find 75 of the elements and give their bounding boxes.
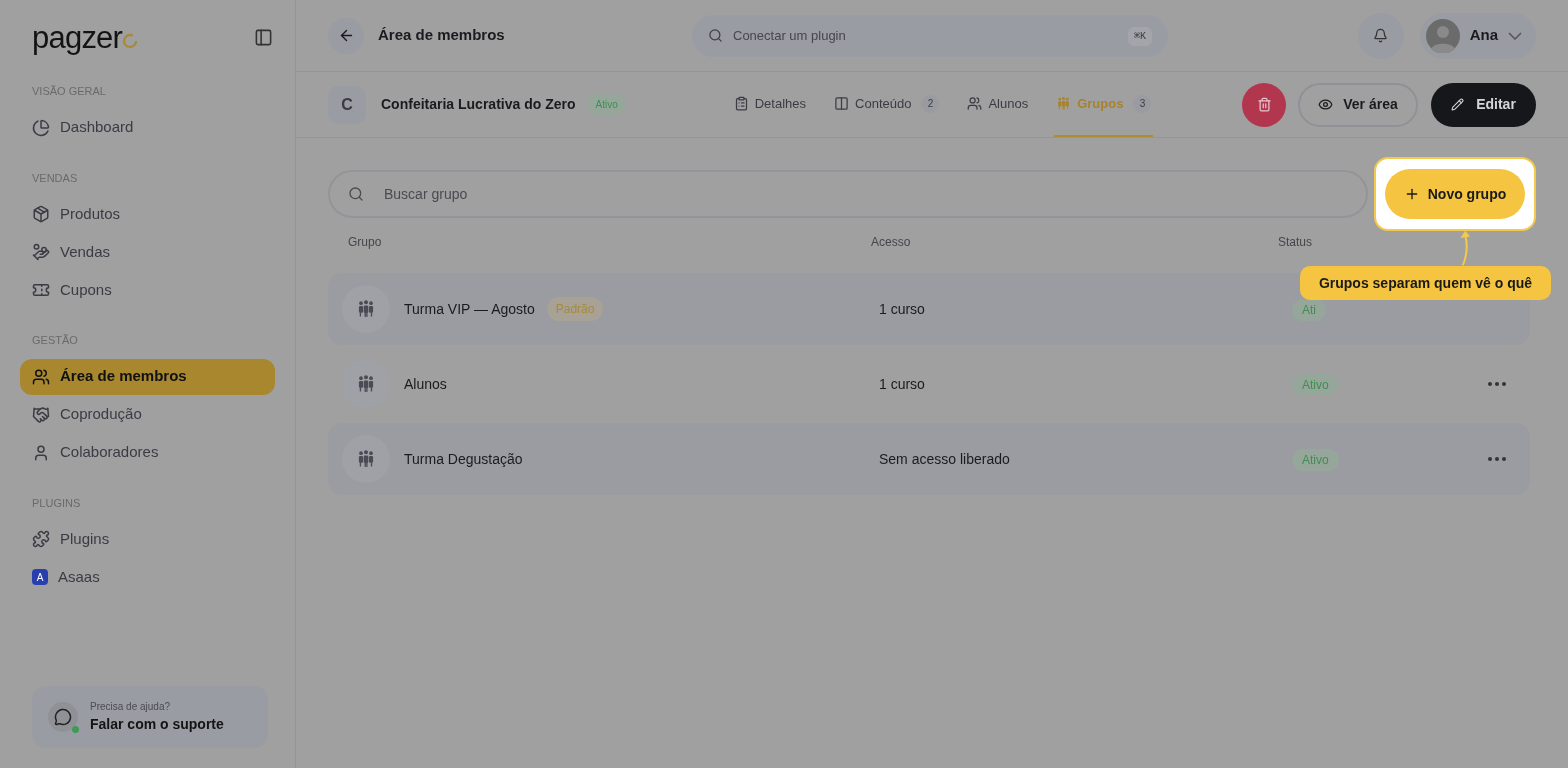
pencil-icon [1451, 98, 1465, 111]
ring-icon [122, 32, 139, 49]
support-link[interactable]: Falar com o suporte [90, 714, 224, 735]
group-icon [356, 374, 376, 394]
access-text: 1 curso [878, 374, 926, 394]
clipboard-icon [733, 96, 749, 111]
group-search-field[interactable]: Buscar grupo [328, 170, 1368, 218]
more-options-icon[interactable] [1488, 382, 1506, 386]
brand-logo: pagzer [32, 22, 123, 53]
pie-chart-icon [32, 118, 50, 137]
new-group-button[interactable]: Novo grupo [1385, 169, 1525, 219]
group-icon [356, 449, 376, 469]
support-card[interactable]: Precisa de ajuda? Falar com o suporte [32, 686, 268, 748]
more-options-icon[interactable] [1488, 457, 1506, 461]
status-badge: Ativo [587, 94, 626, 115]
sidebar-item[interactable]: Cupons [20, 272, 275, 308]
group-icon [1056, 96, 1072, 111]
sidebar-item[interactable]: A Asaas [20, 559, 275, 595]
tab[interactable]: Conteúdo 2 [832, 72, 942, 137]
search-icon [708, 27, 723, 43]
delete-button[interactable] [1242, 82, 1286, 127]
group-name: Turma Degustação [404, 449, 523, 469]
users-icon [967, 96, 983, 111]
access-text: 1 curso [878, 299, 926, 319]
app-logo-icon: A [32, 569, 48, 585]
access-text: Sem acesso liberado [878, 449, 1011, 469]
column-header: Status [1278, 234, 1314, 251]
course-avatar: C [328, 85, 366, 124]
column-header: Grupo [348, 234, 383, 251]
sidebar-item[interactable]: Vendas [20, 234, 275, 270]
count-badge: 3 [1133, 94, 1152, 113]
sidebar-item[interactable]: Produtos [20, 196, 275, 232]
group-name: Alunos [404, 374, 447, 394]
sidebar-toggle-icon[interactable] [254, 28, 273, 47]
columns-icon [834, 96, 850, 111]
group-row[interactable]: Turma Degustação Sem acesso liberado Ativo [328, 423, 1530, 495]
tab[interactable]: Grupos 3 [1054, 72, 1154, 137]
handshake-icon [32, 405, 50, 424]
back-button[interactable] [328, 17, 364, 54]
sidebar-item[interactable]: Colaboradores [20, 434, 275, 471]
default-badge: Padrão [546, 297, 604, 321]
tab[interactable]: Alunos [965, 72, 1031, 137]
column-header: Acesso [871, 234, 912, 251]
help-label: Precisa de ajuda? [90, 700, 172, 714]
user-menu-button[interactable]: Ana [1419, 12, 1536, 59]
group-name: Turma VIP — Agosto [404, 299, 535, 319]
package-icon [32, 205, 50, 223]
users-icon [32, 367, 50, 386]
status-badge: Ati [1292, 299, 1326, 321]
edit-button[interactable]: Editar [1431, 82, 1536, 127]
ticket-icon [32, 281, 50, 299]
chat-icon [54, 708, 72, 726]
group-icon [356, 299, 376, 319]
page-title: Área de membros [378, 25, 506, 46]
eye-icon [1318, 97, 1334, 112]
hand-coins-icon [32, 243, 50, 261]
tooltip: Grupos separam quem vê o quê [1300, 266, 1551, 300]
search-icon [348, 186, 364, 202]
user-icon [32, 443, 50, 462]
chevron-down-icon [1508, 31, 1522, 40]
puzzle-icon [32, 530, 50, 548]
status-badge: Ativo [1292, 374, 1339, 396]
avatar [1425, 18, 1460, 53]
course-name: Confeitaria Lucrativa do Zero [381, 95, 576, 114]
view-area-button[interactable]: Ver área [1298, 82, 1418, 127]
status-badge: Ativo [1292, 449, 1339, 471]
trash-icon [1256, 97, 1272, 112]
sidebar-item[interactable]: Área de membros [20, 358, 275, 395]
sidebar-item[interactable]: Coprodução [20, 396, 275, 433]
sidebar-item[interactable]: Dashboard [20, 109, 275, 146]
tab[interactable]: Detalhes [731, 72, 809, 137]
sidebar-item[interactable]: Plugins [20, 521, 275, 557]
count-badge: 2 [921, 94, 940, 113]
bell-icon [1373, 28, 1389, 43]
group-row[interactable]: Alunos 1 curso Ativo [328, 348, 1530, 420]
